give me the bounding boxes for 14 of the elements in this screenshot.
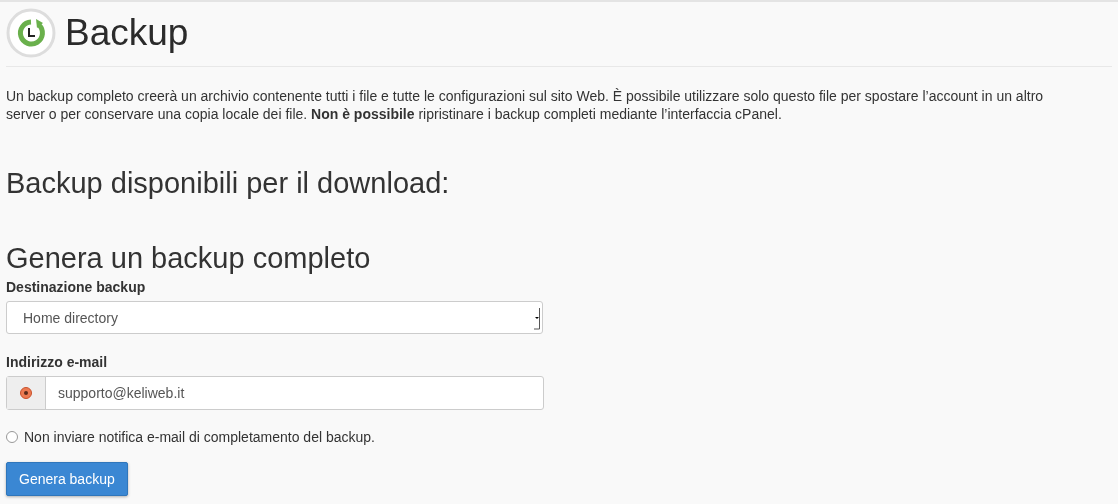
- section-heading: Genera un backup completo: [6, 242, 372, 275]
- section-heading: Backup disponibili per il download:: [6, 167, 451, 200]
- destination-select[interactable]: Home directory: [6, 301, 543, 334]
- email-field[interactable]: supporto@keliweb.it: [6, 376, 544, 410]
- radio-button[interactable]: [20, 387, 32, 399]
- page-title: Backup: [65, 12, 189, 54]
- generate-backup-button[interactable]: Genera backup: [6, 462, 128, 496]
- radio-button[interactable]: [6, 431, 18, 443]
- description-text: Un backup completo creerà un archivio contenente tutti i file e tutte le configurazioni sul sito Web. È possibile utilizzare solo questo file per spostare l’account in un altro server o per conservare una copia locale dei file. Non è possibile ripristinare i backup completi mediante l’interfaccia cPanel.: [6, 87, 1045, 123]
- caret-icon: [534, 306, 540, 330]
- field-label: Destinazione backup: [6, 279, 147, 295]
- option-label: Non inviare notifica e-mail di completamento del backup.: [24, 429, 375, 445]
- field-label: Indirizzo e-mail: [6, 354, 109, 370]
- clock-icon: [6, 8, 56, 58]
